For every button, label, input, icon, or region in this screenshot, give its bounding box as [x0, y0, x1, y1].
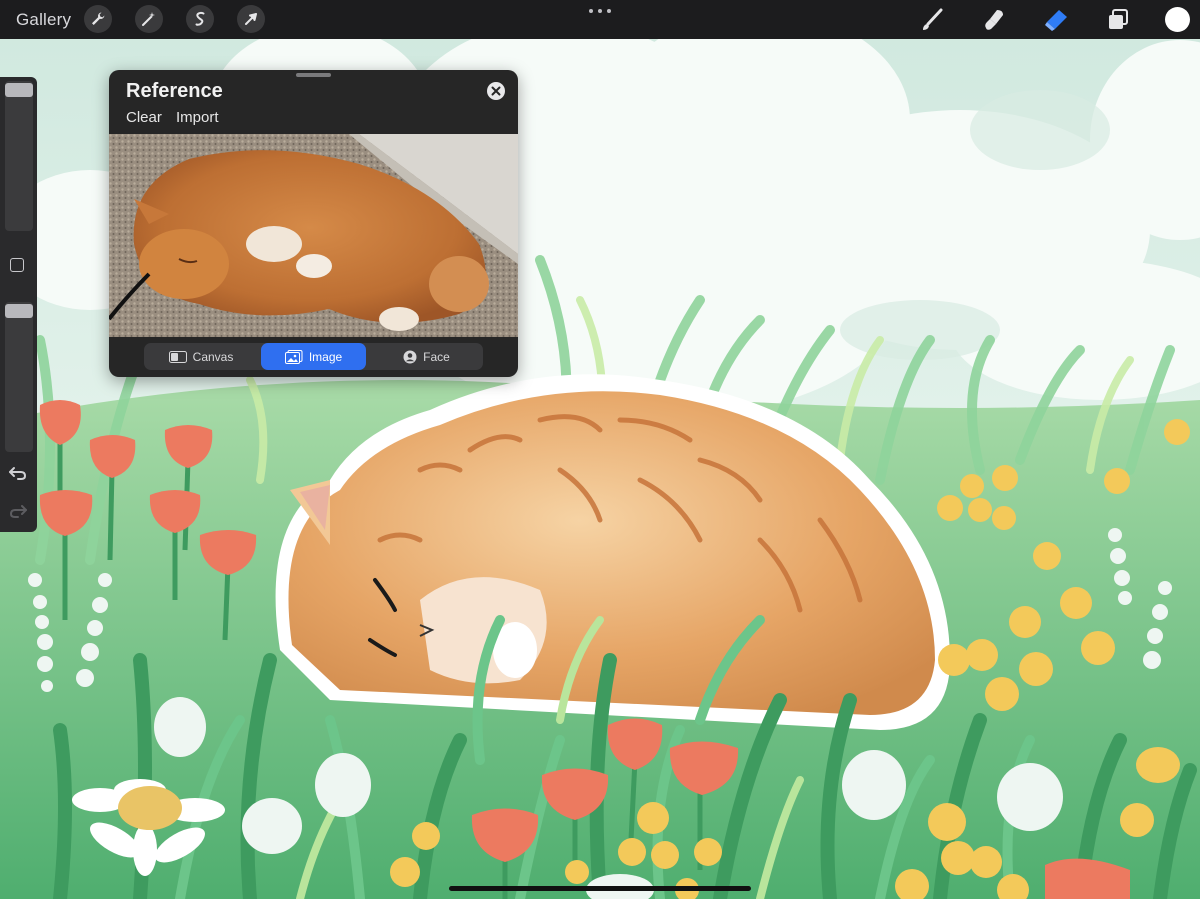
actions-button[interactable]	[84, 5, 112, 33]
transform-button[interactable]	[237, 5, 265, 33]
reference-image	[109, 134, 518, 337]
color-picker-button[interactable]	[1165, 7, 1190, 32]
brush-size-slider[interactable]	[5, 81, 33, 231]
opacity-slider[interactable]	[5, 302, 33, 452]
selection-button[interactable]	[186, 5, 214, 33]
more-options-icon[interactable]	[589, 5, 611, 17]
smudge-tool[interactable]	[980, 6, 1008, 34]
segment-image-label: Image	[308, 349, 343, 364]
brush-size-handle[interactable]	[5, 83, 33, 97]
opacity-handle[interactable]	[5, 304, 33, 318]
adjustments-button[interactable]	[135, 5, 163, 33]
close-button[interactable]	[487, 82, 505, 100]
import-button[interactable]: Import	[176, 109, 219, 126]
close-icon	[491, 86, 501, 96]
clear-button[interactable]: Clear	[126, 109, 162, 126]
panel-grabber[interactable]	[296, 73, 331, 77]
segment-canvas-label: Canvas	[192, 349, 234, 364]
left-sidebar	[0, 77, 37, 532]
transform-arrow-icon	[245, 13, 257, 25]
layers-button[interactable]	[1104, 6, 1132, 34]
redo-icon[interactable]	[8, 501, 28, 521]
smudge-icon	[985, 10, 1003, 30]
selection-icon	[195, 11, 205, 26]
canvas-icon	[168, 350, 187, 363]
brush-tool[interactable]	[918, 6, 946, 34]
segment-face-label: Face	[423, 349, 450, 364]
segment-canvas[interactable]: Canvas	[144, 343, 258, 370]
eraser-icon	[1045, 10, 1067, 31]
segment-image[interactable]: Image	[261, 343, 366, 370]
magic-wand-icon	[142, 12, 155, 26]
brush-icon	[923, 8, 943, 30]
wrench-icon	[92, 12, 105, 25]
top-toolbar: Gallery	[0, 0, 1200, 39]
image-icon	[284, 349, 303, 364]
face-icon	[403, 350, 417, 363]
home-indicator[interactable]	[449, 886, 751, 891]
reference-title: Reference	[126, 80, 223, 102]
segment-face[interactable]: Face	[370, 343, 483, 370]
gallery-button[interactable]: Gallery	[16, 10, 71, 30]
layers-icon	[1109, 9, 1128, 29]
reference-panel[interactable]: Reference Clear Import Canvas Image Face	[109, 70, 518, 377]
reference-mode-selector: Canvas Image Face	[144, 343, 483, 370]
modify-button[interactable]	[10, 258, 24, 272]
undo-icon[interactable]	[8, 463, 28, 483]
eraser-tool[interactable]	[1042, 6, 1070, 34]
